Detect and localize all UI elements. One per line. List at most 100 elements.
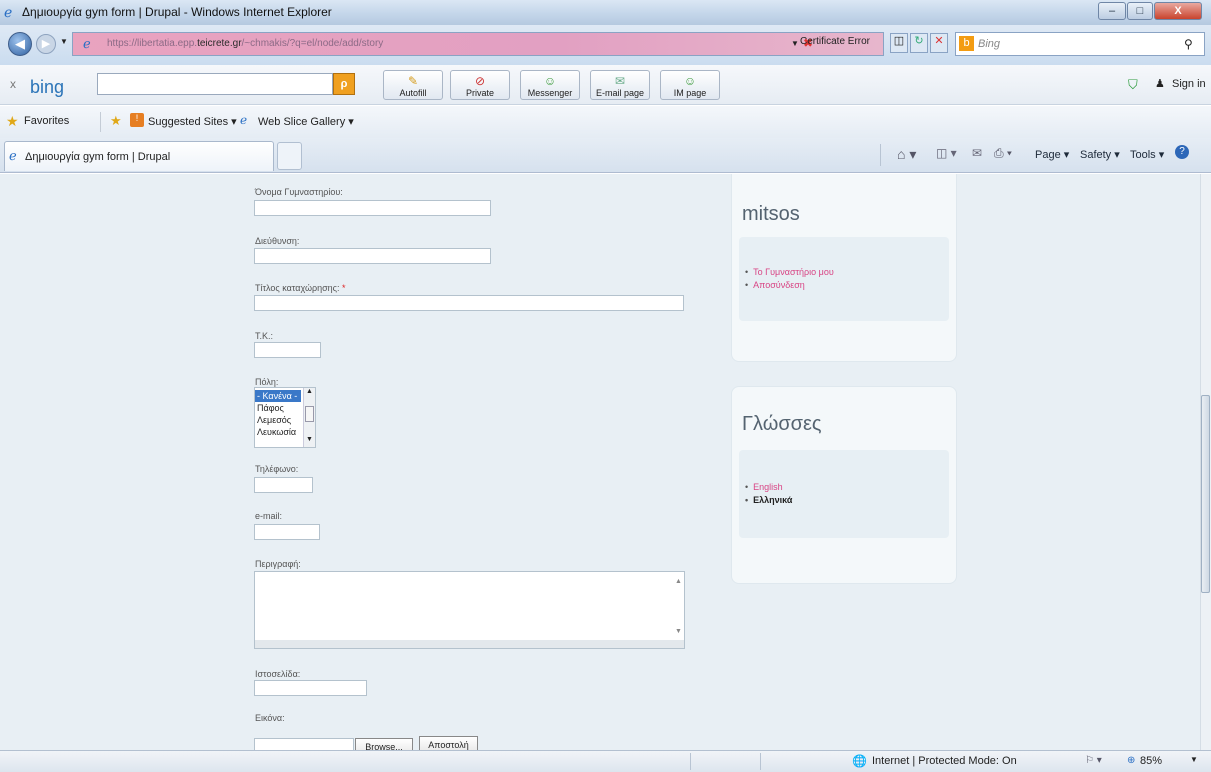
window-title: Δημιουργία gym form | Drupal - Windows I… [22,5,332,19]
gym-name-label: Όνομα Γυμναστηρίου: [255,187,343,197]
add-favorites-icon[interactable]: ★ [110,113,122,129]
messenger-button[interactable]: ☺ Messenger [520,70,580,100]
language-block-body: English Ελληνικά [739,450,949,538]
suggested-sites-icon: ! [130,113,144,127]
my-gym-link[interactable]: Το Γυμναστήριο μου [745,267,834,277]
address-row: ◀ ▶ ▼ ℯ https://libertatia.epp.teicrete.… [0,25,1211,65]
english-link[interactable]: English [745,482,792,492]
website-label: Ιστοσελίδα: [255,669,301,679]
bing-brand: bing [30,77,65,97]
search-icon[interactable]: ⚲ [1184,37,1193,51]
zip-label: Τ.Κ.: [255,331,274,341]
maximize-button[interactable]: □ [1127,2,1153,20]
compatibility-view-icon[interactable]: ◫ [890,33,908,53]
zoom-level[interactable]: 85% [1140,755,1162,767]
suggested-sites-link[interactable]: Suggested Sites ▾ [148,115,237,128]
bing-search-input[interactable] [97,73,333,95]
bingbar-close-button[interactable]: x [10,77,16,91]
address-bar[interactable]: ℯ https://libertatia.epp.teicrete.gr/~ch… [72,32,884,56]
new-tab-button[interactable] [277,142,302,170]
city-option[interactable]: - Κανένα - [255,390,301,402]
separator [880,144,881,166]
zip-input[interactable] [254,342,321,358]
upload-button[interactable]: Αποστολή [419,736,478,750]
separator [100,112,101,132]
minimize-button[interactable]: – [1098,2,1126,20]
gym-name-input[interactable] [254,200,491,216]
search-placeholder: Bing [978,38,1001,50]
email-label: e-mail: [255,511,283,521]
scroll-thumb[interactable] [305,406,314,422]
bing-search-button[interactable]: ρ [333,73,355,95]
sign-in-link[interactable]: Sign in [1172,78,1206,90]
page-content: Όνομα Γυμναστηρίου: Διεύθυνση: Τίτλος κα… [0,174,1200,750]
private-button[interactable]: ⊘ Private [450,70,510,100]
safety-menu[interactable]: Safety ▾ [1080,148,1120,161]
textarea-resize-grip[interactable] [255,640,684,648]
scroll-down-icon[interactable]: ▼ [306,436,313,443]
mail-icon[interactable]: ✉ [972,146,982,160]
address-dropdown-icon[interactable]: ▼ [791,39,799,48]
address-url[interactable]: https://libertatia.epp.teicrete.gr/~chma… [107,38,383,49]
greek-link[interactable]: Ελληνικά [745,495,792,505]
description-textarea[interactable]: ▲ ▼ [254,571,685,649]
im-page-button[interactable]: ☺ IM page [660,70,720,100]
scroll-up-icon[interactable]: ▲ [675,578,682,585]
title-input[interactable] [254,295,684,311]
address-input[interactable] [254,248,491,264]
stop-icon[interactable]: ✕ [930,33,948,53]
autofill-button[interactable]: ✎ Autofill [383,70,443,100]
search-box[interactable]: b Bing ⚲ [955,32,1205,56]
page-menu[interactable]: Page ▾ [1035,148,1069,161]
scroll-up-icon[interactable]: ▲ [306,388,313,395]
protected-mode-icon[interactable]: ⚐ ▾ [1085,755,1102,766]
favorites-star-icon: ★ [6,113,19,129]
web-slice-icon: ℯ [240,113,248,127]
certificate-error-label[interactable]: Certificate Error [800,36,870,47]
user-block: mitsos Το Γυμναστήριο μου Αποσύνδεση [731,174,957,362]
status-bar: 🌐 Internet | Protected Mode: On ⚐ ▾ ⊕ 85… [0,750,1211,772]
page-scrollbar-thumb[interactable] [1201,395,1210,593]
phone-input[interactable] [254,477,313,493]
shield-icon[interactable]: ⛉ [1128,77,1138,93]
email-page-button[interactable]: ✉ E-mail page [590,70,650,100]
image-label: Εικόνα: [255,713,285,723]
separator [760,753,761,770]
tools-menu[interactable]: Tools ▾ [1130,148,1164,161]
city-select-scrollbar[interactable]: ▲ ▼ [303,388,315,447]
email-icon: ✉ [614,74,626,88]
language-block: Γλώσσες English Ελληνικά [731,386,957,584]
browse-button[interactable]: Browse... [355,738,413,750]
back-button[interactable]: ◀ [8,32,32,56]
city-select[interactable]: - Κανένα - Πάφος Λεμεσός Λευκωσία ▲ ▼ [254,387,316,448]
web-slice-gallery-link[interactable]: Web Slice Gallery ▾ [258,115,354,128]
tab-title: Δημιουργία gym form | Drupal [25,151,171,163]
website-input[interactable] [254,680,367,696]
email-input[interactable] [254,524,320,540]
zoom-icon: ⊕ [1127,755,1136,766]
help-icon[interactable]: ? [1175,145,1189,159]
refresh-icon[interactable]: ↻ [910,33,928,53]
feeds-icon[interactable]: ◫ ▾ [936,146,957,160]
favorites-button[interactable]: Favorites [24,115,69,127]
phone-label: Τηλέφωνο: [255,464,299,474]
close-button[interactable]: X [1154,2,1202,20]
window-title-bar: ℯ Δημιουργία gym form | Drupal - Windows… [0,0,1211,25]
tab-active[interactable]: ℯ Δημιουργία gym form | Drupal [4,141,274,171]
print-icon[interactable]: ⎙ ▾ [994,146,1012,161]
user-icon: ♟ [1155,78,1165,90]
user-block-title: mitsos [742,203,800,225]
separator [690,753,691,770]
logout-link[interactable]: Αποσύνδεση [745,280,834,290]
forward-button[interactable]: ▶ [36,34,56,54]
city-label: Πόλη: [255,377,279,387]
scroll-down-icon[interactable]: ▼ [675,628,682,635]
home-icon[interactable]: ⌂ ▾ [897,146,916,163]
history-dropdown-icon[interactable]: ▼ [60,37,68,46]
bing-toolbar: x bing ρ ✎ Autofill ⊘ Private ☺ Messenger ✉… [0,65,1211,105]
security-zone[interactable]: Internet | Protected Mode: On [872,755,1017,767]
zoom-dropdown-icon[interactable]: ▼ [1190,755,1198,764]
im-icon: ☺ [683,74,697,88]
image-file-input[interactable] [254,738,354,750]
favorites-bar: ★ Favorites ★ ! Suggested Sites ▾ ℯ Web … [0,106,1211,138]
